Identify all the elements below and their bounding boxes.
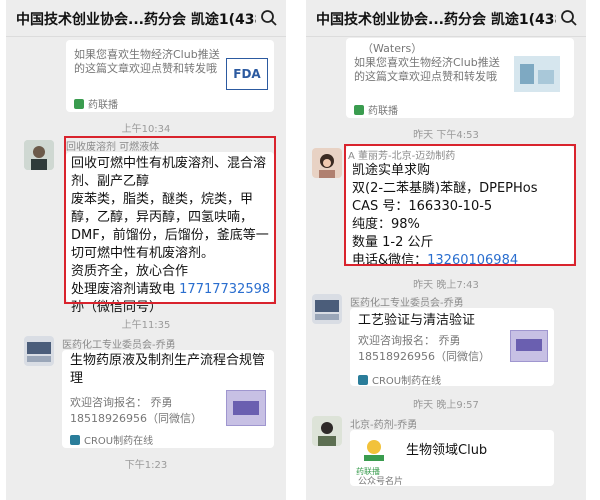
message-bubble: 回收可燃中性有机废溶剂、混合溶 剂、副产乙醇 废苯类，脂类，醚类，烷类，甲 醇，… xyxy=(66,152,274,315)
article-source: 药联播 xyxy=(368,106,398,117)
article-thumbnail xyxy=(514,56,560,92)
message-line: 凯途实单求购 xyxy=(352,163,431,178)
card-desc: 欢迎咨询报名： 乔勇 xyxy=(358,334,461,347)
right-chat-panel: 中国技术创业协会...药分会 凯途1(438) （Waters） 如果您喜欢生物… xyxy=(306,0,586,500)
article-card[interactable]: 如果您喜欢生物经济Club推送的这篇文章欢迎点赞和转发哦 FDA 药联播 xyxy=(66,40,274,112)
article-text: 如果您喜欢生物经济Club推送的这篇文章欢迎点赞和转发哦 xyxy=(74,48,220,75)
phone-label: 电话&微信： xyxy=(352,253,428,268)
timestamp: 昨天 下午4:53 xyxy=(413,130,479,141)
card-title: 生物药原液及制剂生产流程合规管理 xyxy=(70,353,266,386)
contact-name: 生物领域Club xyxy=(406,443,488,458)
card-thumbnail xyxy=(226,390,266,426)
shared-article-card[interactable]: 生物药原液及制剂生产流程合规管理 欢迎咨询报名： 乔勇 18518926956（… xyxy=(62,350,274,448)
message-line: 废苯类，脂类，醚类，烷类，甲 xyxy=(71,192,254,207)
source-icon xyxy=(354,105,364,115)
contact-card[interactable]: 药联播 生物领域Club 公众号名片 xyxy=(350,430,554,487)
article-partial: （Waters） xyxy=(362,42,423,55)
timestamp: 昨天 晚上9:57 xyxy=(413,400,479,411)
avatar[interactable] xyxy=(24,336,54,366)
message-line: 剂、副产乙醇 xyxy=(71,174,150,189)
club-logo xyxy=(360,438,388,464)
phone-line: 电话&微信：13260106984 xyxy=(352,252,570,270)
search-icon[interactable] xyxy=(260,9,278,27)
source-icon xyxy=(74,99,84,109)
card-desc: 18518926956（同微信） xyxy=(358,350,490,363)
left-chat-panel: 中国技术创业协会...药分会 凯途1(438) 如果您喜欢生物经济Club推送的… xyxy=(6,0,286,500)
chat-title: 中国技术创业协会...药分会 凯途1(438) xyxy=(316,12,556,28)
search-icon[interactable] xyxy=(560,9,578,27)
card-source: CROU制药在线 xyxy=(84,436,154,447)
card-title: 工艺验证与清洁验证 xyxy=(358,313,476,328)
card-thumbnail xyxy=(510,330,548,362)
message-line: 纯度：98% xyxy=(352,217,420,232)
message-line: 回收可燃中性有机废溶剂、混合溶 xyxy=(71,156,267,171)
message-bubble: A 董丽芳-北京-迈劲制药 凯途实单求购 双(2-二苯基膦)苯醚，DPEPHos… xyxy=(346,146,574,268)
card-desc: 欢迎咨询报名： 乔勇 xyxy=(70,396,173,409)
chat-title-bar: 中国技术创业协会...药分会 凯途1(438) xyxy=(6,0,286,37)
phone-link[interactable]: 13260106984 xyxy=(427,253,518,268)
chat-title: 中国技术创业协会...药分会 凯途1(438) xyxy=(16,12,256,28)
timestamp: 上午11:35 xyxy=(121,320,171,331)
message-line: 醇，乙醇，异丙醇，四氢呋喃， xyxy=(71,210,254,225)
card-desc: 18518926956（同微信） xyxy=(70,412,202,425)
timestamp: 下午1:23 xyxy=(124,460,168,471)
message-line: 资质齐全，放心合作 xyxy=(71,264,189,279)
shared-article-card[interactable]: 工艺验证与清洁验证 欢迎咨询报名： 乔勇 18518926956（同微信） CR… xyxy=(350,308,554,387)
message-line: 数量 1-2 公斤 xyxy=(352,235,434,250)
phone-label: 处理废溶剂请致电 xyxy=(71,282,176,297)
sender-name: 医药化工专业委员会-乔勇 xyxy=(350,298,464,309)
timestamp: 昨天 晚上7:43 xyxy=(413,280,479,291)
avatar[interactable] xyxy=(24,140,54,170)
avatar[interactable] xyxy=(312,416,342,446)
message-line: 切可燃中性有机废溶剂。 xyxy=(71,246,215,261)
card-source: CROU制药在线 xyxy=(372,376,442,387)
contact-footer: 公众号名片 xyxy=(358,477,404,487)
source-icon xyxy=(358,375,368,385)
article-text: 如果您喜欢生物经济Club推送的这篇文章欢迎点赞和转发哦 xyxy=(354,56,500,83)
avatar[interactable] xyxy=(312,148,342,178)
message-line: CAS 号：166330-10-5 xyxy=(352,199,493,214)
timestamp: 上午10:34 xyxy=(121,124,171,135)
fda-logo: FDA xyxy=(226,58,268,90)
sender-name: A 董丽芳-北京-迈劲制药 xyxy=(348,151,456,162)
sender-name: 医药化工专业委员会-乔勇 xyxy=(62,340,176,351)
article-source: 药联播 xyxy=(88,100,118,111)
club-logo-icon xyxy=(364,440,384,461)
message-line: 孙（微信同号） xyxy=(71,300,163,315)
avatar[interactable] xyxy=(312,294,342,324)
article-card[interactable]: （Waters） 如果您喜欢生物经济Club推送的这篇文章欢迎点赞和转发哦 药联… xyxy=(346,38,574,118)
sender-name: 回收废溶剂 可燃液体 xyxy=(66,142,160,153)
message-line: DMF，前馏份，后馏份，釜底等一 xyxy=(71,228,269,243)
sender-name: 北京-药剂-乔勇 xyxy=(350,420,418,431)
phone-line: 处理废溶剂请致电 17717732598 xyxy=(71,281,273,299)
source-icon xyxy=(70,435,80,445)
message-line: 双(2-二苯基膦)苯醚，DPEPHos xyxy=(352,181,538,196)
chat-title-bar: 中国技术创业协会...药分会 凯途1(438) xyxy=(306,0,586,37)
phone-link[interactable]: 17717732598 xyxy=(179,282,270,297)
